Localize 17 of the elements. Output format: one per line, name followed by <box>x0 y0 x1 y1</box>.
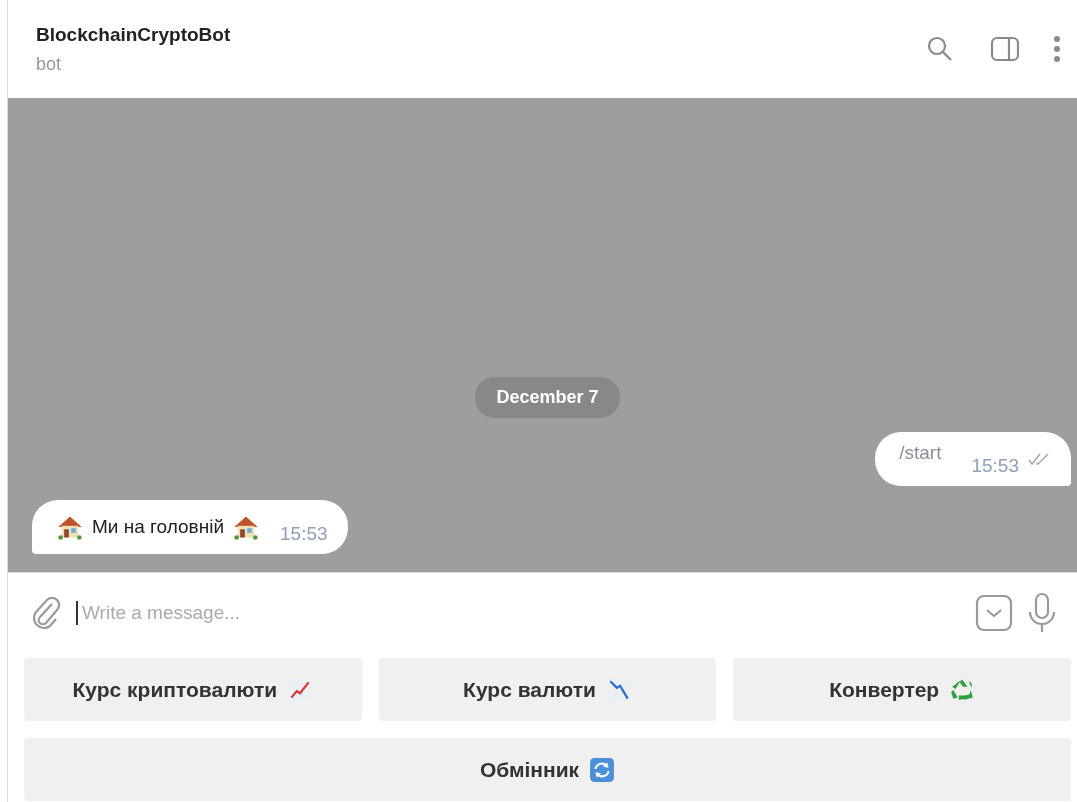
emoji-keyboard-icon[interactable] <box>975 593 1013 632</box>
chat-title: BlockchainCryptoBot <box>36 23 231 46</box>
message-text: /start <box>899 442 942 464</box>
keyboard-button[interactable]: Конвертер <box>733 658 1071 721</box>
chat-subtitle: bot <box>36 53 63 75</box>
date-badge: December 7 <box>475 377 620 418</box>
keyboard-button[interactable]: Курс валюти <box>378 658 717 721</box>
keyboard-button[interactable]: Обмінник <box>24 738 1071 801</box>
more-menu-icon[interactable] <box>1053 34 1061 64</box>
message-time: 15:53 <box>971 455 1019 477</box>
refresh-icon <box>589 756 616 783</box>
microphone-icon[interactable] <box>1027 591 1057 634</box>
message-time: 15:53 <box>280 523 328 545</box>
sidebar-toggle-icon[interactable] <box>989 34 1019 64</box>
attach-icon[interactable] <box>30 594 62 631</box>
message-text: Ми на головній <box>92 516 224 538</box>
keyboard-button[interactable]: Курс криптовалюти <box>24 658 362 721</box>
